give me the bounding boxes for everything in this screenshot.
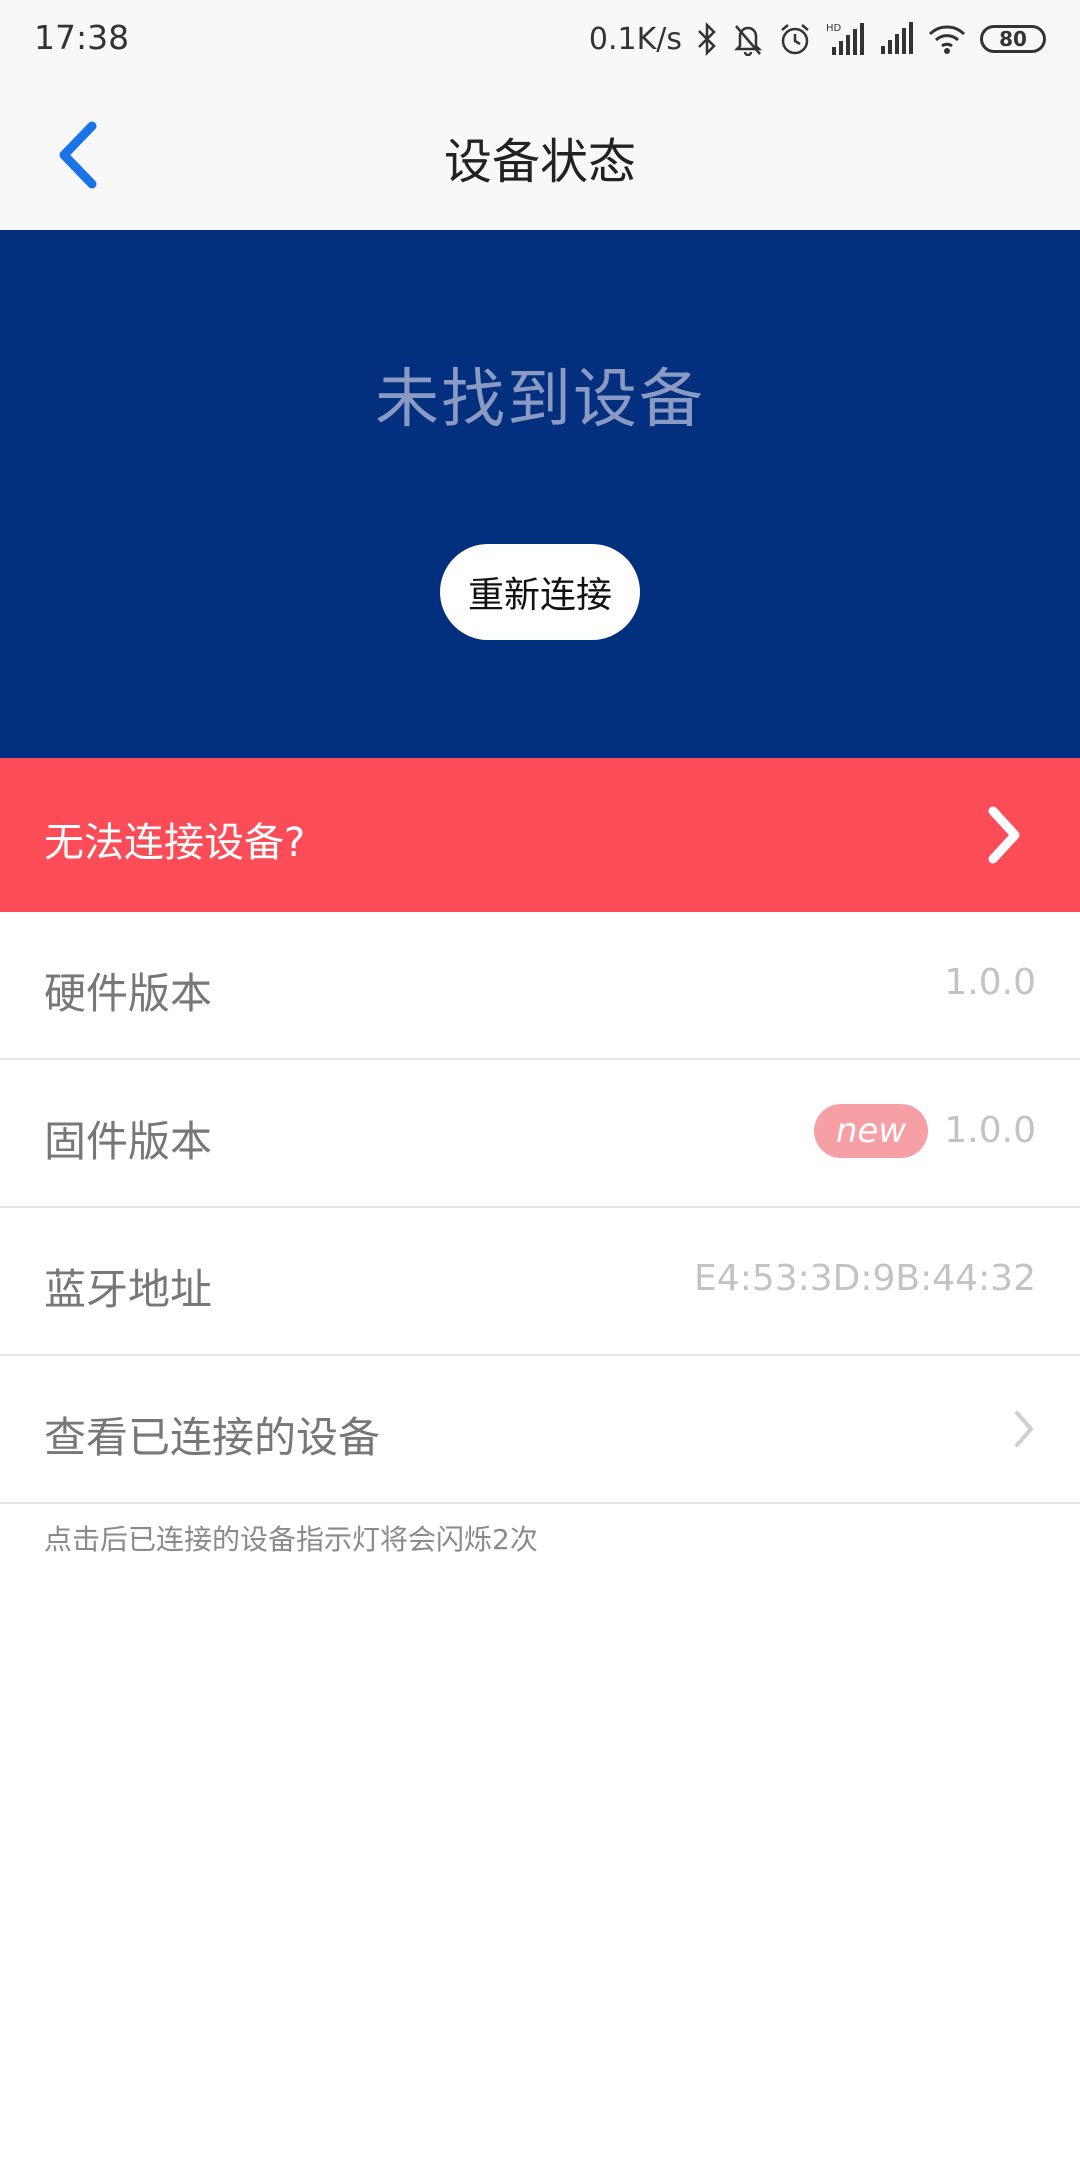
bluetooth-address-row: 蓝牙地址 E4:53:3D:9B:44:32 [0,1208,1080,1356]
signal-hd-icon: HD [826,21,866,57]
bluetooth-address-label: 蓝牙地址 [44,1265,213,1314]
chevron-right-icon [984,804,1024,870]
footnote: 点击后已连接的设备指示灯将会闪烁2次 [44,1523,538,1556]
reconnect-button[interactable]: 重新连接 [440,544,640,640]
signal-icon [880,22,914,56]
network-speed: 0.1K/s [588,21,682,57]
firmware-version-label: 固件版本 [44,1117,213,1166]
device-status-banner: 未找到设备 重新连接 [0,230,1080,758]
cannot-connect-row[interactable]: 无法连接设备? [0,758,1080,912]
hardware-version-value: 1.0.0 [944,962,1036,1003]
page-title: 设备状态 [443,134,636,190]
status-icons: 0.1K/s HD 80 [589,18,1046,60]
svg-text:HD: HD [826,23,842,34]
chevron-right-icon [1012,1408,1036,1454]
cannot-connect-label: 无法连接设备? [44,820,306,866]
status-time: 17:38 [34,18,130,57]
view-connected-device-label: 查看已连接的设备 [44,1413,381,1462]
firmware-version-row[interactable]: 固件版本 new 1.0.0 [0,1060,1080,1208]
hardware-version-label: 硬件版本 [44,969,213,1018]
wifi-icon [928,23,966,55]
bluetooth-icon [696,22,718,56]
new-badge: new [814,1104,928,1158]
alarm-icon [778,22,812,56]
device-status-text: 未找到设备 [375,363,705,437]
status-bar: 17:38 0.1K/s HD 80 [0,0,1080,78]
hardware-version-row: 硬件版本 1.0.0 [0,912,1080,1060]
battery-icon: 80 [980,25,1046,53]
firmware-version-value: 1.0.0 [944,1110,1036,1151]
bell-muted-icon [732,22,764,56]
view-connected-device-row[interactable]: 查看已连接的设备 [0,1356,1080,1504]
bluetooth-address-value: E4:53:3D:9B:44:32 [694,1258,1036,1299]
header: 设备状态 [0,78,1080,230]
